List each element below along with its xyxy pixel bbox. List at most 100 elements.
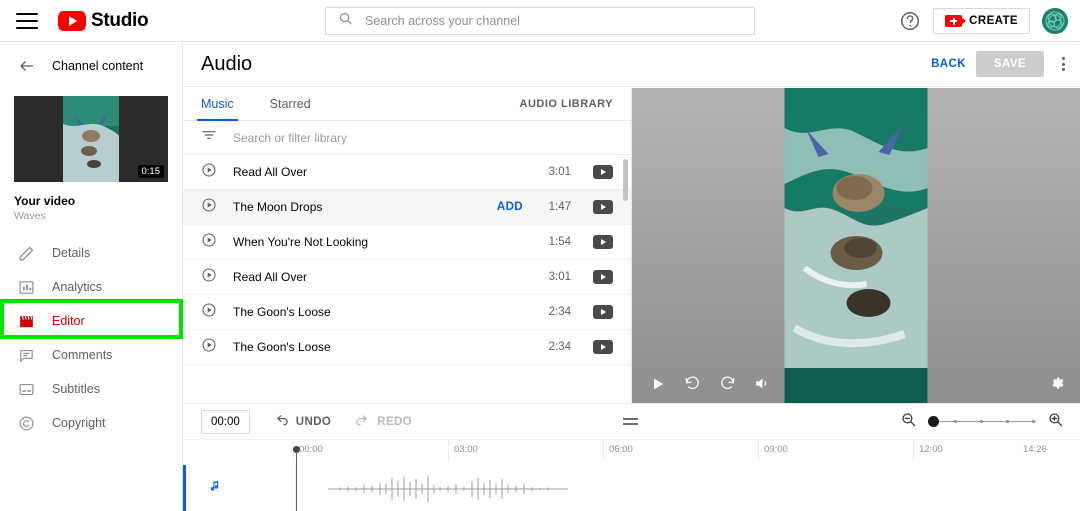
zoom-out-icon[interactable] [900,411,917,433]
replay-5-icon[interactable] [684,375,701,397]
table-row[interactable]: The Moon Drops ADD 1:47 [183,190,631,225]
back-button[interactable]: BACK [931,58,966,70]
audio-tabs: Music Starred AUDIO LIBRARY [183,88,631,121]
track-title: Read All Over [233,270,308,284]
gear-icon[interactable] [1050,376,1066,397]
forward-5-icon[interactable] [719,375,736,397]
add-track-button[interactable]: ADD [497,201,523,213]
sidebar-nav: Details Analytics Editor Comments Subtit… [0,236,182,440]
play-icon[interactable] [201,337,217,358]
youtube-badge-icon[interactable] [593,235,613,249]
back-arrow-icon [18,57,36,75]
top-bar-actions: CREATE [899,0,1068,42]
current-time-field[interactable]: 00:00 [201,409,250,434]
track-list: Read All Over 3:01 The Moon Drops ADD 1:… [183,155,631,403]
table-row[interactable]: Read All Over 3:01 [183,155,631,190]
sidebar-item-label: Subtitles [52,382,100,396]
zoom-slider-knob[interactable] [928,416,939,427]
global-search-box[interactable] [325,7,755,35]
page-header: Audio BACK SAVE [183,42,1080,87]
sidebar-item-comments[interactable]: Comments [0,338,182,372]
track-duration: 1:54 [548,236,571,248]
studio-brand[interactable]: Studio [58,9,149,32]
undo-label: UNDO [295,415,332,428]
youtube-badge-icon[interactable] [593,165,613,179]
volume-icon[interactable] [754,375,771,397]
track-title: The Goon's Loose [233,340,331,354]
youtube-badge-icon[interactable] [593,270,613,284]
tab-music[interactable]: Music [197,88,238,121]
timeline-toolbar: 00:00 UNDO REDO [183,403,1080,440]
hamburger-menu-icon[interactable] [16,12,38,29]
audio-track-header [183,465,296,511]
sidebar-item-label: Details [52,246,91,260]
sidebar: Channel content 0:15 Your video Waves De… [0,42,183,511]
audio-waveform-body[interactable] [296,465,1080,511]
comment-icon [18,347,38,364]
track-duration: 3:01 [548,271,571,283]
page-title: Audio [201,53,253,75]
table-row[interactable]: The Goon's Loose 2:34 [183,330,631,365]
play-icon[interactable] [201,232,217,253]
play-icon[interactable] [201,302,217,323]
search-input[interactable] [365,14,725,28]
player-controls [632,369,1080,403]
thumbnail-image [63,96,119,182]
brand-label: Studio [91,9,149,31]
avatar[interactable] [1042,8,1068,34]
redo-button[interactable]: REDO [355,413,412,431]
timeline-audio-track[interactable] [183,465,1080,511]
help-circle-icon[interactable] [899,10,921,32]
zoom-in-icon[interactable] [1047,411,1064,433]
track-duration: 3:01 [548,166,571,178]
more-vertical-icon[interactable] [1054,55,1072,73]
youtube-badge-icon[interactable] [593,340,613,354]
table-row[interactable]: When You're Not Looking 1:54 [183,225,631,260]
track-title: The Goon's Loose [233,305,331,319]
channel-content-label: Channel content [52,59,144,73]
copyright-icon [18,415,38,432]
zoom-slider[interactable] [928,415,1036,429]
youtube-studio-editor: Studio CREATE [0,0,1080,511]
play-icon[interactable] [201,162,217,183]
undo-button[interactable]: UNDO [274,413,331,431]
sidebar-item-label: Copyright [52,416,106,430]
thumbnail-duration: 0:15 [137,165,164,178]
sidebar-item-subtitles[interactable]: Subtitles [0,372,182,406]
play-icon[interactable] [201,197,217,218]
audio-waveform [328,475,568,502]
track-title: When You're Not Looking [233,235,369,249]
player-video-frame [784,88,928,403]
video-thumbnail[interactable]: 0:15 [14,96,168,182]
clapperboard-icon [18,313,38,330]
ruler-label: 06:00 [609,444,633,455]
play-icon[interactable] [201,267,217,288]
filter-icon[interactable] [201,127,217,148]
track-duration: 1:47 [548,201,571,213]
table-row[interactable]: The Goon's Loose 2:34 [183,295,631,330]
video-player[interactable] [632,88,1080,403]
save-button[interactable]: SAVE [975,51,1044,77]
bar-chart-icon [18,279,38,296]
create-label: CREATE [969,15,1018,27]
track-title: Read All Over [233,165,308,179]
sidebar-item-details[interactable]: Details [0,236,182,270]
sidebar-item-label: Editor [52,314,85,328]
sidebar-item-analytics[interactable]: Analytics [0,270,182,304]
track-duration: 2:34 [548,306,571,318]
sidebar-item-copyright[interactable]: Copyright [0,406,182,440]
play-icon[interactable] [650,376,666,397]
timeline-ruler[interactable]: 00:00 03:00 06:00 09:00 12:00 14:26 [183,440,1080,462]
top-bar: Studio CREATE [0,0,1080,42]
youtube-badge-icon[interactable] [593,200,613,214]
sidebar-item-editor[interactable]: Editor [0,304,182,338]
audio-library-link[interactable]: AUDIO LIBRARY [520,98,613,110]
tab-starred[interactable]: Starred [270,88,311,121]
drag-handle-icon[interactable] [623,418,638,425]
create-button[interactable]: CREATE [933,8,1030,34]
library-search-input[interactable] [233,130,573,145]
track-list-scrollbar[interactable] [623,159,628,201]
channel-content-back[interactable]: Channel content [0,42,182,90]
youtube-badge-icon[interactable] [593,305,613,319]
table-row[interactable]: Read All Over 3:01 [183,260,631,295]
